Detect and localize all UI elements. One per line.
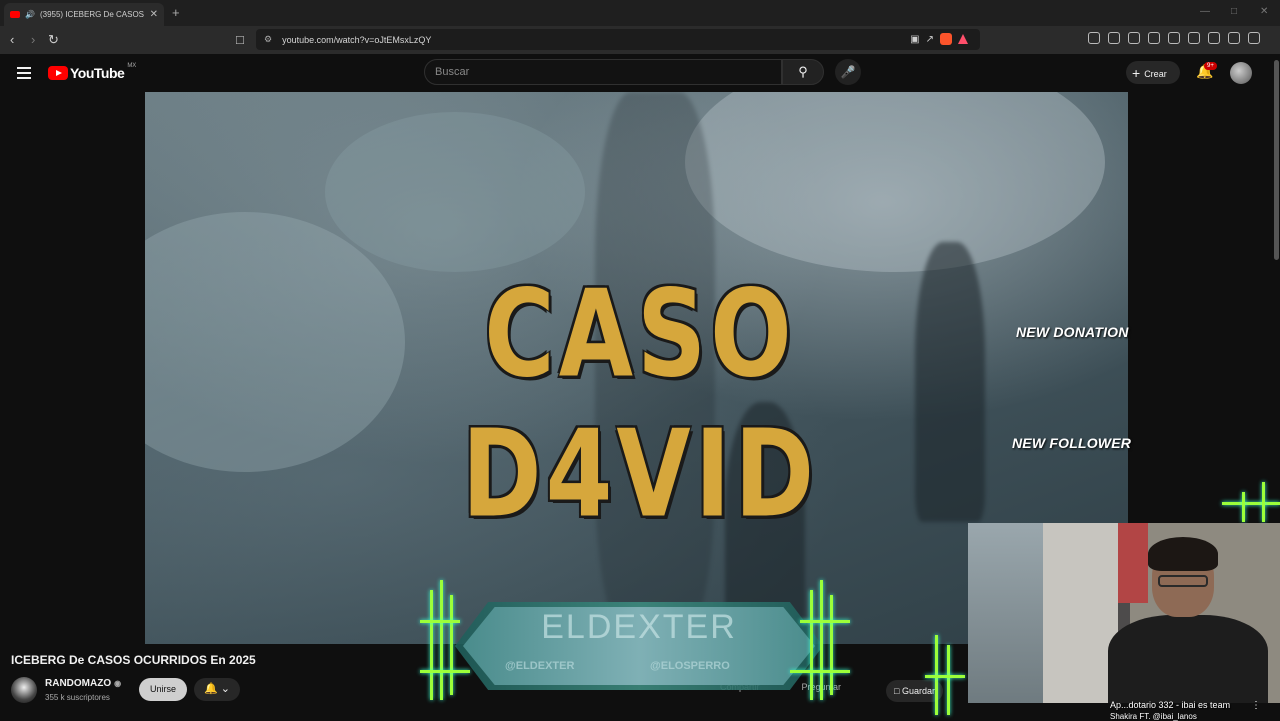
new-tab-button[interactable]: + [172,5,180,20]
address-bar[interactable]: ⚙ youtube.com/watch?v=oJtEMsxLzQY ▣ ↗ [256,29,980,50]
search-icon: ⚲ [798,64,808,79]
channel-avatar[interactable] [11,677,37,703]
create-button[interactable]: + Crear [1126,61,1180,84]
country-code: MX [127,63,137,69]
streamer-name: ELDEXTER [541,608,737,646]
video-title: ICEBERG De CASOS OCURRIDOS En 2025 [11,653,256,667]
url-text: youtube.com/watch?v=oJtEMsxLzQY [282,34,432,45]
tab-title: (3955) ICEBERG De CASOS Oc [39,10,145,19]
bookmark-icon[interactable]: □ [236,32,244,48]
cast-icon[interactable]: ▣ [910,34,919,45]
channel-name-text: RANDOMAZO [45,678,112,689]
browser-toolbar: ‹ › ↻ □ ⚙ youtube.com/watch?v=oJtEMsxLzQ… [0,26,1280,54]
new-follower-alert: NEW FOLLOWER [1012,435,1132,451]
search-input[interactable]: Buscar [424,59,782,85]
streamer-handle-2: @ELOSPERRO [650,660,730,672]
puzzle-icon[interactable] [1108,32,1120,44]
media-icon[interactable] [1148,32,1160,44]
brave-rewards-icon[interactable] [958,34,968,44]
subscriber-count: 355 k suscriptores [45,693,110,702]
sidebar-icon[interactable] [1168,32,1180,44]
vpn-icon[interactable] [1228,32,1240,44]
chevron-down-icon: ⌄ [220,683,230,695]
minimize-icon[interactable]: — [1200,6,1210,17]
tab-close-icon[interactable]: ✕ [150,9,158,20]
site-settings-icon[interactable]: ⚙ [264,34,272,45]
subscribed-bell-button[interactable]: 🔔 ⌄ [194,678,240,701]
reload-icon[interactable]: ↻ [48,32,59,48]
channel-name[interactable]: RANDOMAZO ◉ [45,678,121,689]
background-door [968,523,1043,703]
verified-icon: ◉ [114,679,122,688]
youtube-play-icon [48,66,68,80]
page-scrollbar[interactable] [1274,60,1279,260]
more-options-icon[interactable]: ⋮ [1251,700,1261,711]
voice-search-button[interactable]: 🎤 [835,59,861,85]
brave-shields-icon[interactable] [940,33,952,45]
extension-icon[interactable] [1088,32,1100,44]
new-donation-alert: NEW DONATION [1016,324,1129,340]
youtube-favicon-icon [10,11,20,18]
streamer-handle-1: @ELDEXTER [505,660,575,672]
save-label: Guardar [901,686,935,696]
webcam-feed [968,523,1280,703]
maximize-icon[interactable]: □ [1231,6,1237,17]
join-button[interactable]: Unirse [139,678,187,701]
cave-rock [685,92,1105,272]
hamburger-menu-icon[interactable] [17,67,31,82]
close-window-icon[interactable]: ✕ [1260,6,1268,17]
person-shadow [915,242,985,522]
cave-rock [325,112,585,272]
speaker-icon[interactable]: 🔊 [25,10,35,19]
forward-icon[interactable]: › [31,32,35,48]
wallet-icon[interactable] [1188,32,1200,44]
account-avatar[interactable] [1230,62,1252,84]
youtube-header: YouTube MX Buscar ⚲ 🎤 + Crear 🔔 9+ [0,54,1280,92]
create-label: Crear [1144,69,1167,79]
back-icon[interactable]: ‹ [10,32,14,48]
streamer-person [1108,537,1268,703]
youtube-wordmark: YouTube [70,65,125,81]
browser-tab-bar: 🔊 (3955) ICEBERG De CASOS Oc ✕ + — □ ✕ [0,0,1280,26]
ticker-line-1: Ap...dotario 332 - ibai es team [1110,700,1231,710]
search-button[interactable]: ⚲ [782,59,824,85]
leo-ai-icon[interactable] [1208,32,1220,44]
bell-icon: 🔔 [204,683,218,695]
reader-icon[interactable] [1128,32,1140,44]
menu-icon[interactable] [1248,32,1260,44]
cave-rock [145,212,405,472]
save-icon: □ [894,686,900,696]
browser-tab[interactable]: 🔊 (3955) ICEBERG De CASOS Oc ✕ [4,3,164,26]
youtube-logo[interactable]: YouTube MX [48,63,137,81]
video-overlay-title: CASO D4VID [461,264,819,544]
microphone-icon: 🎤 [840,65,856,79]
notification-badge: 9+ [1204,62,1217,70]
plus-icon: + [1132,65,1141,81]
share-icon[interactable]: ↗ [926,34,934,45]
